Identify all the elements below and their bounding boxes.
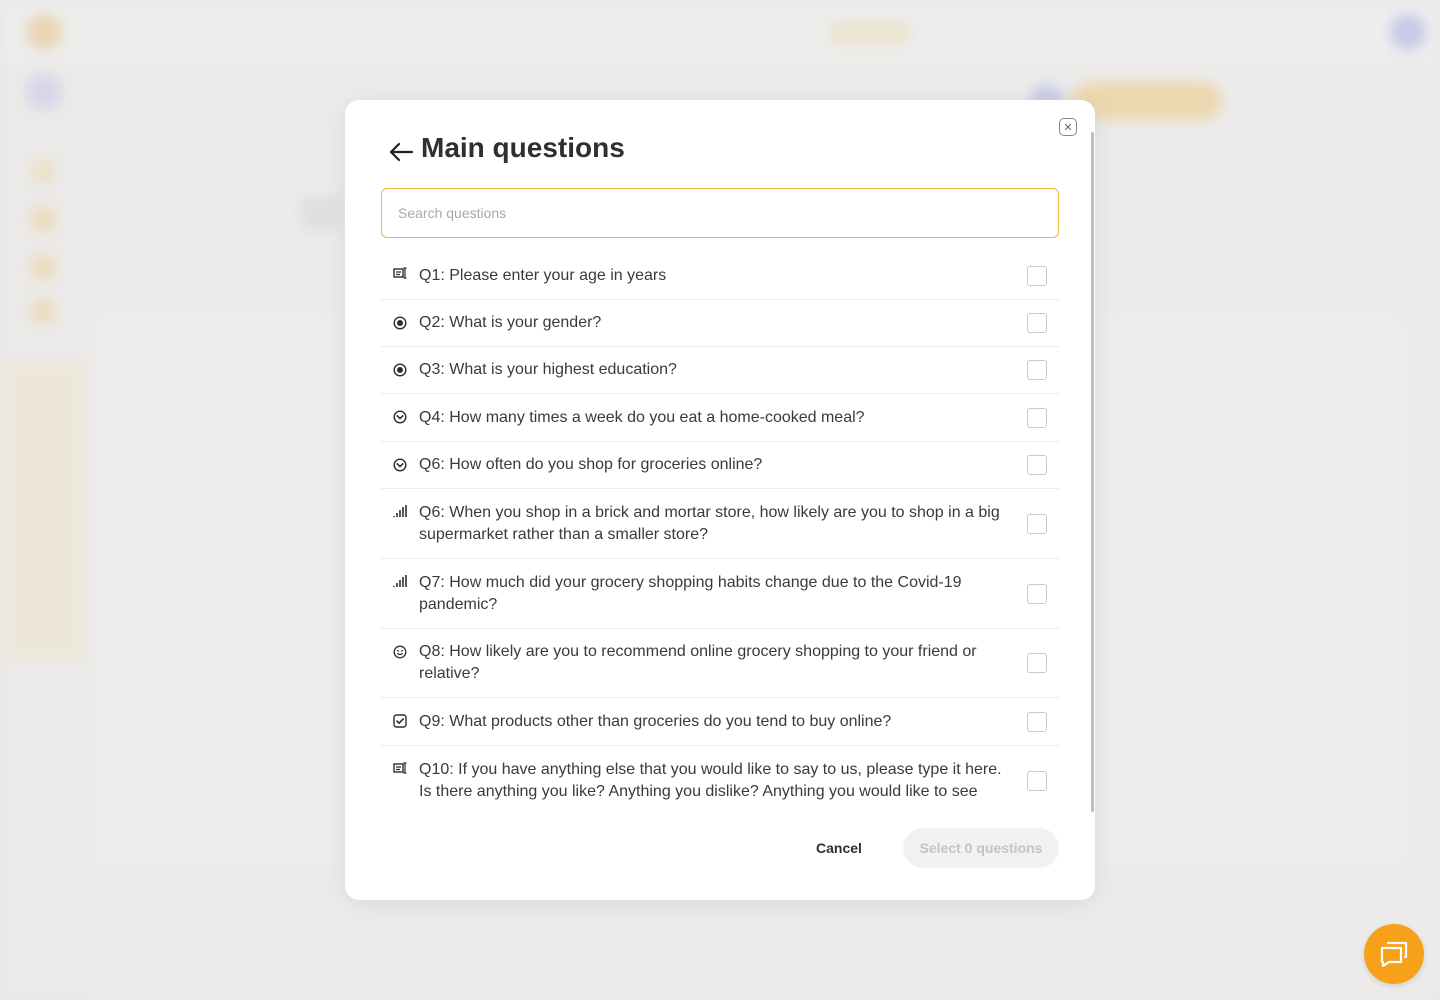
- question-label: Q6: How often do you shop for groceries …: [419, 456, 763, 473]
- question-label: Q3: What is your highest education?: [419, 361, 677, 378]
- question-label: Q7: How much did your grocery shopping h…: [419, 573, 962, 613]
- question-label: Q2: What is your gender?: [419, 314, 602, 331]
- question-checkbox[interactable]: [1027, 711, 1047, 732]
- question-list: Q1: Please enter your age in years Q2: W…: [381, 252, 1059, 816]
- scale-icon: [391, 575, 409, 588]
- question-checkbox[interactable]: [1027, 771, 1047, 791]
- smiley-icon: [391, 645, 409, 659]
- question-checkbox[interactable]: [1027, 583, 1047, 604]
- close-icon: ✕: [1063, 120, 1073, 134]
- chat-button[interactable]: [1364, 924, 1424, 984]
- question-checkbox[interactable]: [1027, 653, 1047, 673]
- checkbox-icon: [391, 714, 409, 728]
- question-label: Q10: If you have anything else that you …: [419, 761, 1002, 800]
- dropdown-icon: [391, 410, 409, 424]
- back-arrow-icon[interactable]: [387, 138, 415, 166]
- question-row[interactable]: Q2: What is your gender?: [381, 300, 1059, 347]
- cancel-button[interactable]: Cancel: [799, 830, 879, 866]
- question-label: Q8: How likely are you to recommend onli…: [419, 643, 977, 682]
- number-input-icon: [391, 267, 409, 279]
- question-checkbox[interactable]: [1027, 313, 1047, 333]
- close-button[interactable]: ✕: [1059, 118, 1077, 136]
- select-questions-button: Select 0 questions: [903, 828, 1059, 868]
- radio-icon: [391, 316, 409, 330]
- question-row[interactable]: Q3: What is your highest education?: [381, 347, 1059, 394]
- radio-icon: [391, 363, 409, 377]
- question-row[interactable]: Q6: How often do you shop for groceries …: [381, 442, 1059, 489]
- question-label: Q9: What products other than groceries d…: [419, 712, 892, 730]
- scrollbar[interactable]: [1091, 132, 1094, 812]
- scale-icon: [391, 505, 409, 518]
- question-label: Q4: How many times a week do you eat a h…: [419, 408, 865, 426]
- question-checkbox[interactable]: [1027, 455, 1047, 475]
- question-row[interactable]: Q7: How much did your grocery shopping h…: [381, 559, 1059, 629]
- question-picker-modal: ✕ Main questions Q1: Please enter your a…: [345, 100, 1095, 900]
- question-row[interactable]: Q4: How many times a week do you eat a h…: [381, 394, 1059, 442]
- question-checkbox[interactable]: [1027, 513, 1047, 534]
- question-row[interactable]: Q1: Please enter your age in years: [381, 252, 1059, 300]
- chat-icon: [1380, 941, 1408, 968]
- question-row[interactable]: Q10: If you have anything else that you …: [381, 746, 1059, 816]
- question-label: Q1: Please enter your age in years: [419, 266, 667, 284]
- question-row[interactable]: Q9: What products other than groceries d…: [381, 698, 1059, 746]
- dropdown-icon: [391, 458, 409, 472]
- question-checkbox[interactable]: [1027, 407, 1047, 428]
- modal-title: Main questions: [421, 132, 625, 163]
- text-input-icon: [391, 762, 409, 774]
- question-label: Q6: When you shop in a brick and mortar …: [419, 503, 1000, 543]
- question-row[interactable]: Q6: When you shop in a brick and mortar …: [381, 489, 1059, 559]
- question-row[interactable]: Q8: How likely are you to recommend onli…: [381, 629, 1059, 698]
- search-input[interactable]: [381, 188, 1059, 238]
- question-checkbox[interactable]: [1027, 265, 1047, 286]
- question-checkbox[interactable]: [1027, 360, 1047, 380]
